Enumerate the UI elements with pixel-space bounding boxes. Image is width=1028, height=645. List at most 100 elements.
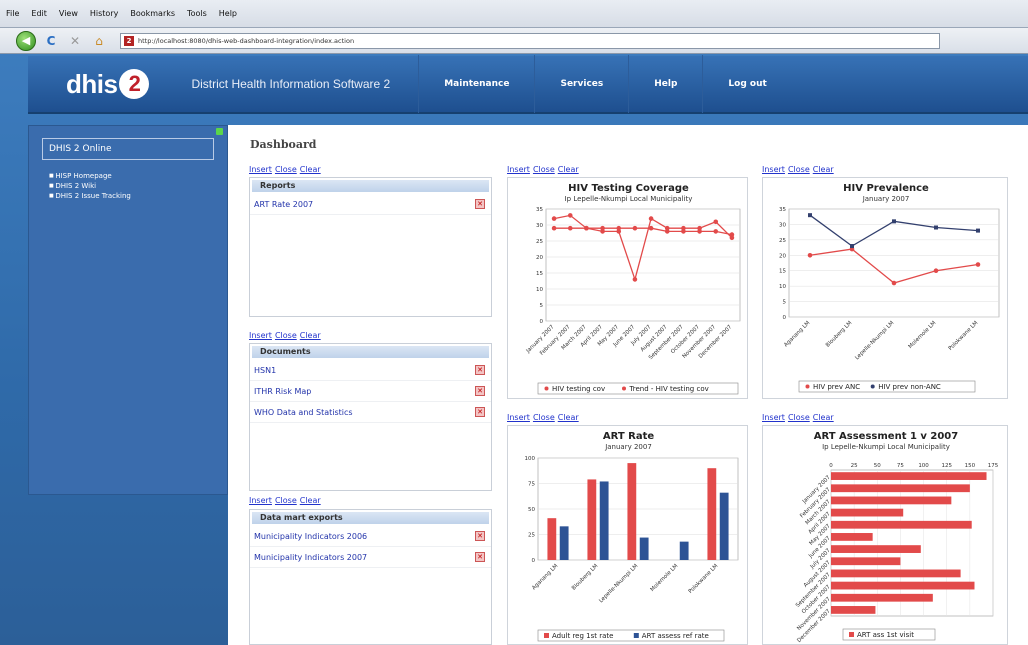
documents-item-link[interactable]: HSN1 [254,366,276,375]
sidebar-links: HISP HomepageDHIS 2 WikiDHIS 2 Issue Tra… [49,171,131,201]
favicon-icon: 2 [124,35,134,46]
reload-icon[interactable]: C [42,34,60,48]
x-tick-label: 0 [829,463,833,469]
art-assessment-chart: ART Assessment 1 v 2007 Ip Lepelle-Nkumpi… [762,425,1008,645]
clear-link[interactable]: Clear [300,331,321,340]
y-tick-label: 30 [779,222,786,228]
legend-swatch [633,633,639,638]
nav-help[interactable]: Help [628,55,702,113]
documents-item: ITHR Risk Map ✕ [250,381,491,402]
menu-tools[interactable]: Tools [187,9,207,18]
clear-link[interactable]: Clear [300,165,321,174]
nav-services[interactable]: Services [534,55,628,113]
nav-maintenance[interactable]: Maintenance [418,55,534,113]
close-link[interactable]: Close [533,165,555,174]
y-tick-label: 100 [525,456,536,462]
data-point [551,225,557,231]
reports-item-link[interactable]: ART Rate 2007 [254,200,313,209]
clear-link[interactable]: Clear [813,165,834,174]
insert-link[interactable]: Insert [762,165,785,174]
reports-link-row: Insert Close Clear [249,165,321,174]
clear-link[interactable]: Clear [300,496,321,505]
sidebar-link[interactable]: DHIS 2 Issue Tracking [49,191,131,201]
x-tick-label: 100 [918,463,929,469]
x-tick-label: 150 [965,463,976,469]
insert-link[interactable]: Insert [249,331,272,340]
data-point [934,225,938,230]
chart3-link-row: Insert Close Clear [507,413,579,422]
remove-icon[interactable]: ✕ [475,365,485,375]
data-point [616,225,622,231]
data-point [648,225,654,231]
close-link[interactable]: Close [788,165,810,174]
close-link[interactable]: Close [275,496,297,505]
close-link[interactable]: Close [788,413,810,422]
insert-link[interactable]: Insert [249,165,272,174]
insert-link[interactable]: Insert [507,413,530,422]
chart-title: ART Assessment 1 v 2007 [814,431,959,442]
datamart-item-link[interactable]: Municipality Indicators 2007 [254,553,367,562]
documents-item-link[interactable]: WHO Data and Statistics [254,408,353,417]
chart4-link-row: Insert Close Clear [762,413,834,422]
menu-edit[interactable]: Edit [31,9,47,18]
data-point [697,229,702,234]
sidebar-link[interactable]: DHIS 2 Wiki [49,181,131,191]
data-point [584,225,589,231]
close-link[interactable]: Close [275,165,297,174]
data-point [933,268,939,274]
close-link[interactable]: Close [533,413,555,422]
bar [831,472,987,480]
legend-swatch [544,633,549,638]
clear-link[interactable]: Clear [558,165,579,174]
clear-link[interactable]: Clear [558,413,579,422]
menu-file[interactable]: File [6,9,19,18]
menu-view[interactable]: View [59,9,78,18]
dhis-logo[interactable]: dhis 2 [66,68,150,100]
x-tick-label: Lepelle-Nkumpi LM [854,320,895,361]
clear-link[interactable]: Clear [813,413,834,422]
remove-icon[interactable]: ✕ [475,531,485,541]
sidebar-toggle-icon[interactable] [216,128,223,135]
bar [831,533,873,541]
legend-label: ART assess ref rate [642,632,709,640]
x-tick-label: Blouberg LM [571,563,600,592]
data-point [807,252,813,258]
x-tick-label: Polokwane LM [948,320,980,352]
y-tick-label: 30 [536,223,543,229]
remove-icon[interactable]: ✕ [475,552,485,562]
remove-icon[interactable]: ✕ [475,199,485,209]
menu-help[interactable]: Help [219,9,237,18]
url-text: http://localhost:8080/dhis-web-dashboard… [138,36,355,45]
insert-link[interactable]: Insert [249,496,272,505]
nav-log-out[interactable]: Log out [702,55,791,113]
legend-label: Adult reg 1st rate [552,632,613,640]
datamart-item: Municipality Indicators 2006 ✕ [250,526,491,547]
menu-history[interactable]: History [90,9,118,18]
documents-item-link[interactable]: ITHR Risk Map [254,387,311,396]
dashboard-content: Dashboard Insert Close Clear Reports ART… [228,125,1028,645]
logo-text: dhis [66,68,118,99]
insert-link[interactable]: Insert [507,165,530,174]
insert-link[interactable]: Insert [762,413,785,422]
data-point [632,225,638,231]
chart2-link-row: Insert Close Clear [762,165,834,174]
back-icon[interactable]: ◀ [16,30,36,51]
url-bar[interactable]: 2 http://localhost:8080/dhis-web-dashboa… [120,32,940,49]
data-point [713,219,719,225]
close-link[interactable]: Close [275,331,297,340]
data-point [729,232,735,237]
menu-bookmarks[interactable]: Bookmarks [130,9,175,18]
home-icon[interactable]: ⌂ [90,34,108,48]
stop-icon[interactable]: ✕ [66,34,84,48]
chart1-link-row: Insert Close Clear [507,165,579,174]
x-tick-label: 25 [851,463,858,469]
browser-navbar: ◀ C ✕ ⌂ 2 http://localhost:8080/dhis-web… [0,28,1028,54]
data-point [600,225,605,231]
sidebar-link[interactable]: HISP Homepage [49,171,131,181]
remove-icon[interactable]: ✕ [475,386,485,396]
remove-icon[interactable]: ✕ [475,407,485,417]
datamart-item-link[interactable]: Municipality Indicators 2006 [254,532,367,541]
y-tick-label: 5 [540,303,544,309]
y-tick-label: 25 [536,239,543,245]
page-title: Dashboard [250,138,317,151]
